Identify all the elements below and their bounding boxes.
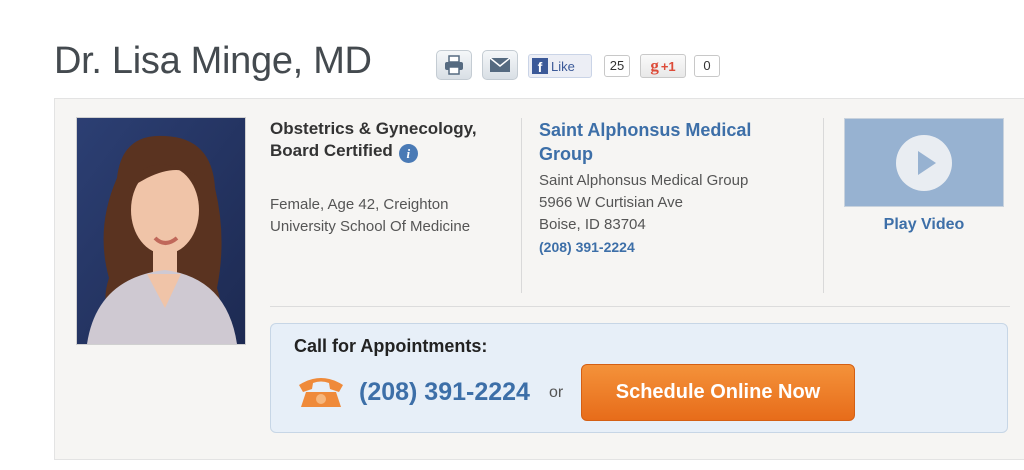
print-button[interactable] [436,50,472,80]
specialty: Obstetrics & Gynecology, Board Certified… [270,118,505,163]
envelope-icon [489,57,511,72]
facebook-icon: f [532,58,548,75]
divider [270,306,1010,307]
like-label: Like [551,58,575,74]
doctor-photo [76,117,246,345]
play-icon [896,134,952,191]
plus-one-count: 0 [694,55,720,77]
practice-phone-link[interactable]: (208) 391-2224 [539,236,809,258]
google-plus-button[interactable]: g +1 [640,54,686,78]
or-text: or [549,384,564,401]
divider [823,118,824,293]
like-count: 25 [604,55,630,77]
facebook-like-button[interactable]: f Like [528,54,592,78]
email-button[interactable] [482,50,518,80]
play-video-link[interactable]: Play Video [844,216,1004,234]
practice-address: Saint Alphonsus Medical Group 5966 W Cur… [539,170,809,258]
google-icon: g [650,56,659,75]
address-street: 5966 W Curtisian Ave [539,194,683,211]
practice-name-link[interactable]: Saint Alphonsus Medical Group [539,118,809,166]
video-thumbnail[interactable] [844,118,1004,207]
schedule-online-button[interactable]: Schedule Online Now [581,364,855,421]
phone-icon [296,373,346,409]
plus-one-label: +1 [660,58,676,74]
specialty-text: Obstetrics & Gynecology, Board Certified [270,119,477,160]
divider [521,118,522,293]
address-name: Saint Alphonsus Medical Group [539,172,749,189]
appointment-phone-link[interactable]: (208) 391-2224 [359,378,530,407]
info-icon[interactable]: i [398,144,418,163]
page-title: Dr. Lisa Minge, MD [54,40,372,82]
address-city: Boise, ID 83704 [539,216,646,233]
doctor-details: Female, Age 42, Creighton University Sch… [270,196,471,235]
printer-icon [445,55,463,75]
appointment-heading: Call for Appointments: [294,336,488,356]
